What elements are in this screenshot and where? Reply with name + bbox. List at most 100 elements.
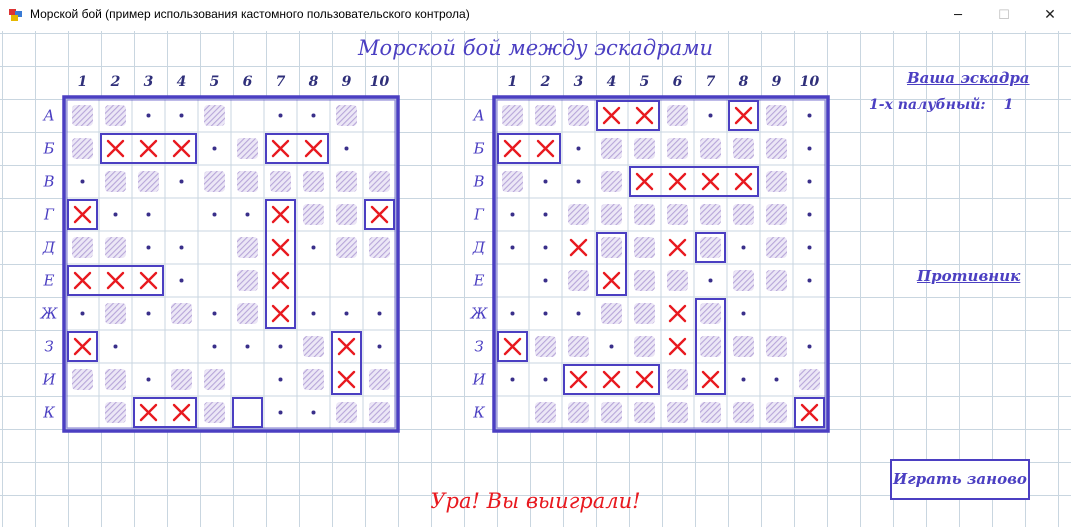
board-cell[interactable] bbox=[695, 397, 726, 428]
board-cell[interactable] bbox=[199, 397, 230, 428]
board-cell[interactable] bbox=[662, 100, 693, 131]
board-cell[interactable] bbox=[232, 265, 263, 296]
board-cell[interactable] bbox=[364, 100, 395, 131]
board-cell[interactable] bbox=[794, 397, 825, 428]
board-cell[interactable] bbox=[497, 397, 528, 428]
board-cell[interactable] bbox=[133, 397, 164, 428]
board-cell[interactable] bbox=[629, 232, 660, 263]
board-cell[interactable] bbox=[662, 397, 693, 428]
board-cell[interactable] bbox=[497, 298, 528, 329]
board-cell[interactable] bbox=[794, 100, 825, 131]
board-cell[interactable] bbox=[166, 298, 197, 329]
board-cell[interactable] bbox=[331, 100, 362, 131]
board-cell[interactable] bbox=[67, 265, 98, 296]
board-cell[interactable] bbox=[761, 364, 792, 395]
board-cell[interactable] bbox=[166, 397, 197, 428]
board-cell[interactable] bbox=[794, 166, 825, 197]
board-cell[interactable] bbox=[629, 364, 660, 395]
board-cell[interactable] bbox=[298, 364, 329, 395]
board-cell[interactable] bbox=[166, 265, 197, 296]
board-cell[interactable] bbox=[629, 331, 660, 362]
board-cell[interactable] bbox=[199, 298, 230, 329]
board-cell[interactable] bbox=[596, 133, 627, 164]
board-cell[interactable] bbox=[133, 265, 164, 296]
board-cell[interactable] bbox=[265, 166, 296, 197]
board-cell[interactable] bbox=[497, 166, 528, 197]
board-cell[interactable] bbox=[596, 199, 627, 230]
board-cell[interactable] bbox=[265, 397, 296, 428]
board-cell[interactable] bbox=[530, 397, 561, 428]
board-cell[interactable] bbox=[331, 133, 362, 164]
board-cell[interactable] bbox=[596, 166, 627, 197]
board-cell[interactable] bbox=[67, 199, 98, 230]
board-cell[interactable] bbox=[629, 166, 660, 197]
board-cell[interactable] bbox=[166, 166, 197, 197]
board-cell[interactable] bbox=[497, 232, 528, 263]
board-cell[interactable] bbox=[232, 166, 263, 197]
board-cell[interactable] bbox=[761, 232, 792, 263]
board-cell[interactable] bbox=[530, 166, 561, 197]
board-cell[interactable] bbox=[166, 364, 197, 395]
board-cell[interactable] bbox=[265, 133, 296, 164]
board-cell[interactable] bbox=[662, 364, 693, 395]
board-cell[interactable] bbox=[728, 397, 759, 428]
board-cell[interactable] bbox=[761, 331, 792, 362]
board-cell[interactable] bbox=[298, 298, 329, 329]
board-cell[interactable] bbox=[199, 265, 230, 296]
close-button[interactable]: ✕ bbox=[1027, 0, 1071, 31]
board-cell[interactable] bbox=[530, 331, 561, 362]
board-cell[interactable] bbox=[761, 298, 792, 329]
board-cell[interactable] bbox=[100, 232, 131, 263]
board-cell[interactable] bbox=[232, 298, 263, 329]
board-cell[interactable] bbox=[100, 397, 131, 428]
board-cell[interactable] bbox=[695, 298, 726, 329]
board-cell[interactable] bbox=[232, 232, 263, 263]
board-cell[interactable] bbox=[199, 199, 230, 230]
board-cell[interactable] bbox=[596, 331, 627, 362]
board-cell[interactable] bbox=[166, 100, 197, 131]
board-cell[interactable] bbox=[728, 298, 759, 329]
board-cell[interactable] bbox=[761, 397, 792, 428]
board-cell[interactable] bbox=[563, 199, 594, 230]
board-cell[interactable] bbox=[728, 100, 759, 131]
board-cell[interactable] bbox=[596, 100, 627, 131]
board-cell[interactable] bbox=[530, 364, 561, 395]
board-cell[interactable] bbox=[761, 265, 792, 296]
board-cell[interactable] bbox=[497, 364, 528, 395]
board-cell[interactable] bbox=[364, 199, 395, 230]
board-cell[interactable] bbox=[563, 100, 594, 131]
board-cell[interactable] bbox=[596, 397, 627, 428]
board-cell[interactable] bbox=[629, 298, 660, 329]
board-cell[interactable] bbox=[364, 232, 395, 263]
board-cell[interactable] bbox=[497, 133, 528, 164]
board-cell[interactable] bbox=[794, 265, 825, 296]
board-cell[interactable] bbox=[728, 166, 759, 197]
board-cell[interactable] bbox=[596, 265, 627, 296]
board-cell[interactable] bbox=[298, 199, 329, 230]
board-cell[interactable] bbox=[265, 232, 296, 263]
board-cell[interactable] bbox=[364, 133, 395, 164]
board-cell[interactable] bbox=[794, 331, 825, 362]
board-cell[interactable] bbox=[563, 265, 594, 296]
board-cell[interactable] bbox=[331, 364, 362, 395]
board-cell[interactable] bbox=[331, 331, 362, 362]
board-cell[interactable] bbox=[497, 100, 528, 131]
board-cell[interactable] bbox=[794, 232, 825, 263]
board-cell[interactable] bbox=[232, 397, 263, 428]
board-cell[interactable] bbox=[794, 133, 825, 164]
board-cell[interactable] bbox=[761, 100, 792, 131]
board-cell[interactable] bbox=[331, 265, 362, 296]
board-cell[interactable] bbox=[232, 133, 263, 164]
board-cell[interactable] bbox=[695, 265, 726, 296]
board-cell[interactable] bbox=[199, 331, 230, 362]
board-cell[interactable] bbox=[728, 133, 759, 164]
board-cell[interactable] bbox=[67, 232, 98, 263]
board-cell[interactable] bbox=[364, 364, 395, 395]
board-cell[interactable] bbox=[629, 199, 660, 230]
board-cell[interactable] bbox=[232, 364, 263, 395]
board-cell[interactable] bbox=[596, 298, 627, 329]
board-cell[interactable] bbox=[596, 364, 627, 395]
board-cell[interactable] bbox=[331, 298, 362, 329]
board-cell[interactable] bbox=[364, 265, 395, 296]
board-cell[interactable] bbox=[530, 232, 561, 263]
